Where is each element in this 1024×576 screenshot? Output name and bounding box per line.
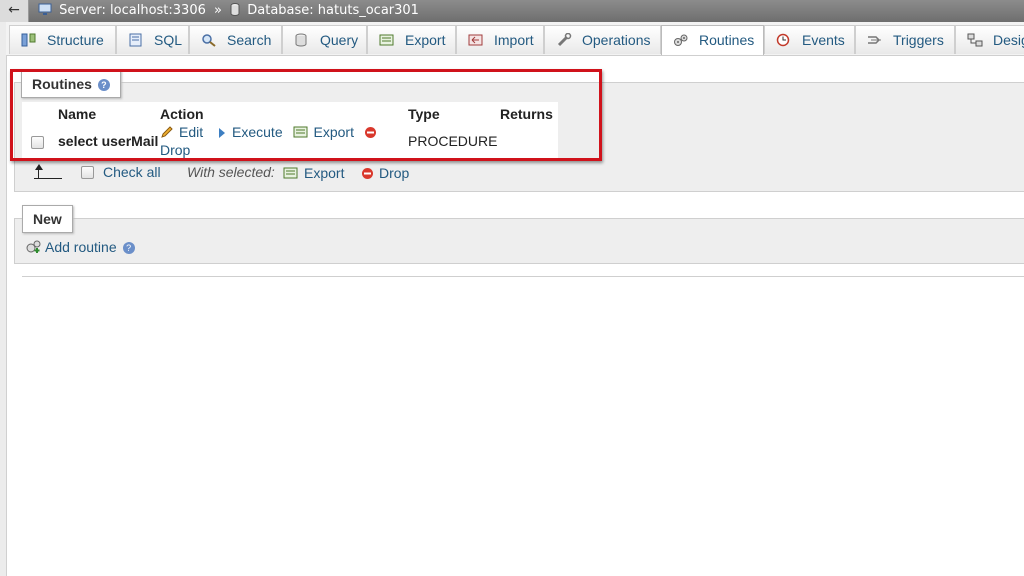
check-all-checkbox[interactable] [81,166,94,179]
tab-import[interactable]: Import [456,25,544,54]
tab-search[interactable]: Search [189,25,282,54]
routines-table: Name Action Type Returns select userMail… [22,102,558,158]
table-row: select userMail Edit Execute Export Drop… [22,124,558,158]
tab-structure[interactable]: Structure [9,25,116,54]
column-header-name[interactable]: Name [58,102,160,124]
query-icon [294,28,310,47]
tab-events[interactable]: Events [764,25,855,54]
structure-icon [21,28,37,47]
new-fieldset [14,218,1024,264]
tab-triggers[interactable]: Triggers [855,25,955,54]
add-routine-icon [25,238,42,257]
row-checkbox[interactable] [31,135,44,149]
back-button[interactable]: ← [0,0,29,22]
sql-icon [128,28,144,47]
with-selected-label: With selected: [187,164,275,180]
routines-icon [673,28,689,46]
export-icon [293,126,309,142]
breadcrumb: ← Server: localhost:3306 » Database: hat… [0,0,1024,22]
table-header-row: Name Action Type Returns [22,102,558,124]
designer-icon [967,28,983,47]
navigation-panel-edge [0,0,7,576]
column-header-returns[interactable]: Returns [500,102,558,124]
add-routine-row: Add routine? [25,238,135,257]
new-legend: New [22,205,73,233]
execute-action[interactable]: Execute [217,124,283,140]
export-icon [283,167,299,183]
pencil-icon [160,125,174,142]
help-icon[interactable]: ? [122,242,135,254]
add-routine-link[interactable]: Add routine [25,239,117,255]
import-icon [468,28,484,46]
routine-name: select userMail [58,133,159,149]
tab-operations[interactable]: Operations [544,25,661,54]
export-icon [379,28,395,46]
tab-designer[interactable]: Desig [955,25,1024,54]
tab-query[interactable]: Query [282,25,367,54]
export-action[interactable]: Export [293,124,354,140]
server-link[interactable]: Server: localhost:3306 [59,3,206,18]
database-icon [230,2,240,22]
clock-icon [776,28,792,47]
server-icon [38,2,52,22]
routines-legend: Routines? [21,70,121,98]
drop-icon [364,126,377,142]
routine-type: PROCEDURE [408,133,498,149]
wrench-icon [556,28,572,47]
tab-routines[interactable]: Routines [661,25,764,55]
edit-action[interactable]: Edit [160,124,203,140]
check-all-label[interactable]: Check all [103,164,161,180]
drop-icon [361,167,374,183]
tab-sql[interactable]: SQL [116,25,189,54]
with-selected-bar: Check all With selected: Export Drop [0,160,1024,190]
bulk-drop-button[interactable]: Drop [361,165,409,183]
routine-returns [500,124,558,158]
tab-export[interactable]: Export [367,25,456,54]
triggers-icon [867,28,883,44]
search-icon [201,28,217,47]
column-header-type[interactable]: Type [408,102,500,124]
breadcrumb-separator: » [214,3,222,18]
column-header-action: Action [160,106,204,122]
section-divider [22,276,1024,277]
tab-bar: Structure SQL Search Query Export Import… [6,22,1024,56]
help-icon[interactable]: ? [97,79,110,91]
bulk-export-button[interactable]: Export [283,165,344,183]
play-icon [217,126,227,142]
database-link[interactable]: Database: hatuts_ocar301 [247,3,419,18]
